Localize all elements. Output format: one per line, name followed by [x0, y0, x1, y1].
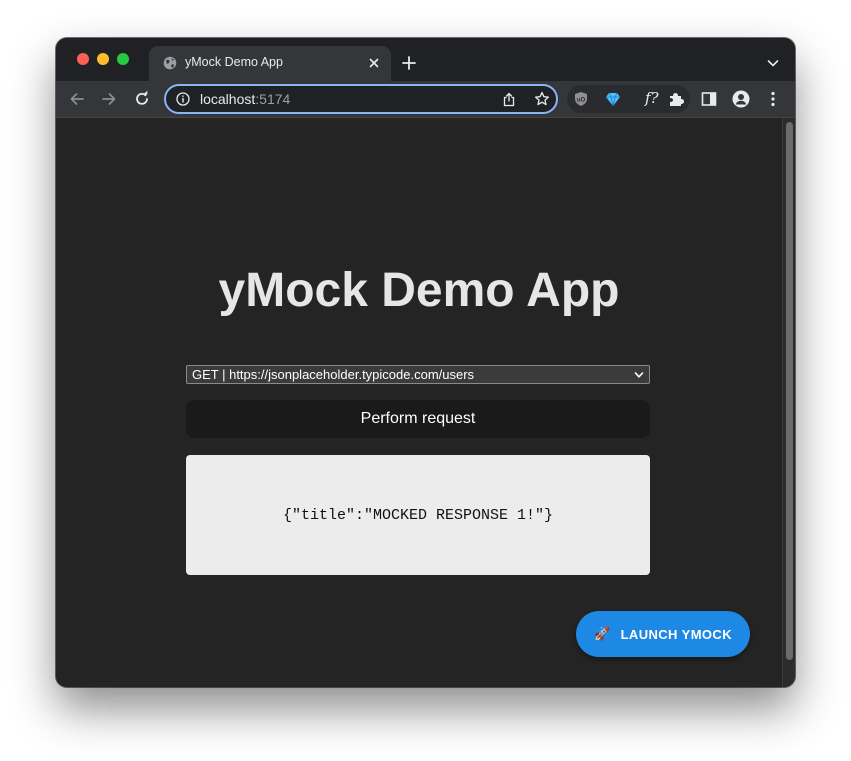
minimize-window-button[interactable]: [97, 53, 109, 65]
tab-strip: yMock Demo App: [56, 38, 795, 81]
chevron-down-icon[interactable]: [765, 55, 781, 71]
scrollbar-thumb[interactable]: [786, 122, 793, 660]
svg-text:uO: uO: [577, 98, 586, 104]
puzzle-icon[interactable]: [668, 91, 684, 107]
profile-icon[interactable]: [732, 90, 750, 108]
page-content: yMock Demo App GET | https://jsonplaceho…: [56, 117, 795, 687]
plus-icon[interactable]: [401, 55, 417, 71]
response-text: {"title":"MOCKED RESPONSE 1!"}: [282, 506, 554, 524]
endpoint-select[interactable]: GET | https://jsonplaceholder.typicode.c…: [186, 365, 650, 384]
info-icon[interactable]: [176, 92, 190, 106]
perform-request-button[interactable]: Perform request: [186, 400, 650, 438]
close-window-button[interactable]: [77, 53, 89, 65]
tab-title: yMock Demo App: [185, 55, 283, 69]
kebab-menu-icon[interactable]: [764, 90, 782, 108]
launch-ymock-label: LAUNCH YMOCK: [620, 626, 733, 642]
launch-ymock-button[interactable]: 🚀 LAUNCH YMOCK: [576, 611, 750, 657]
tab-ymock-demo-app[interactable]: yMock Demo App: [149, 46, 391, 81]
endpoint-select-value: GET | https://jsonplaceholder.typicode.c…: [192, 367, 475, 382]
reload-icon[interactable]: [133, 90, 151, 108]
gem-icon[interactable]: [605, 91, 621, 107]
url-host: localhost: [200, 91, 256, 107]
star-icon[interactable]: [534, 91, 550, 107]
browser-toolbar: localhost:5174 uO f?: [56, 81, 795, 117]
extensions-group: uO f?: [567, 85, 690, 113]
arrow-left-icon[interactable]: [68, 90, 86, 108]
formula-extension-icon[interactable]: f?: [645, 89, 659, 107]
rocket-icon: 🚀: [593, 626, 611, 641]
share-icon[interactable]: [502, 92, 516, 107]
page-title: yMock Demo App: [218, 264, 620, 317]
shield-icon[interactable]: uO: [573, 91, 589, 107]
browser-window: yMock Demo App localhost:5174 uO f? yMoc…: [56, 38, 795, 687]
url-text[interactable]: localhost:5174: [200, 91, 290, 107]
globe-icon: [163, 56, 177, 70]
vertical-scrollbar[interactable]: [782, 118, 795, 687]
chevron-down-icon: [634, 372, 644, 378]
maximize-window-button[interactable]: [117, 53, 129, 65]
response-output: {"title":"MOCKED RESPONSE 1!"}: [186, 455, 650, 575]
close-icon[interactable]: [367, 56, 381, 70]
arrow-right-icon[interactable]: [100, 90, 118, 108]
url-port: :5174: [255, 91, 291, 107]
address-bar[interactable]: localhost:5174: [164, 84, 558, 114]
side-panel-icon[interactable]: [700, 90, 718, 108]
